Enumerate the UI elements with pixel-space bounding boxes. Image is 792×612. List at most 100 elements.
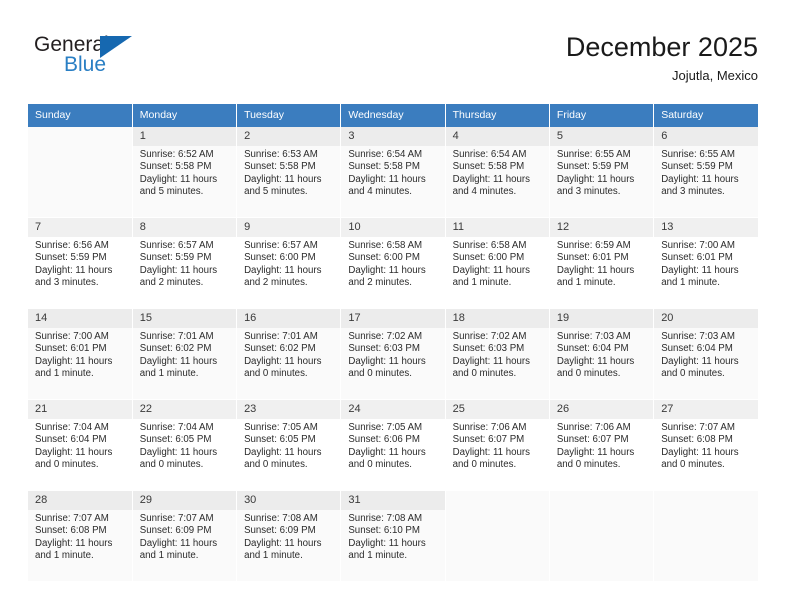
daylight-duration-line1: Daylight: 11 hours (348, 173, 426, 185)
day-number: 10 (341, 218, 445, 237)
weekday-header-saturday: Saturday (653, 104, 758, 127)
sunset-time: Sunset: 6:04 PM (556, 343, 629, 355)
daylight-duration-line2: and 2 minutes. (348, 277, 412, 289)
day-cell[interactable]: 21 Sunrise: 7:04 AM Sunset: 6:04 PM Dayligh… (28, 399, 133, 491)
sun-info: Sunrise: 7:07 AM Sunset: 6:08 PM Daylight:… (654, 419, 758, 472)
daylight-duration-line2: and 2 minutes. (244, 277, 308, 289)
day-cell[interactable]: 13 Sunrise: 7:00 AM Sunset: 6:01 PM Dayligh… (653, 217, 758, 309)
day-cell[interactable]: 30 Sunrise: 7:08 AM Sunset: 6:09 PM Dayligh… (236, 490, 342, 582)
logo-text-blue: Blue (64, 53, 107, 76)
sun-info: Sunrise: 7:03 AM Sunset: 6:04 PM Daylight:… (550, 328, 653, 381)
day-number: 15 (132, 309, 237, 328)
weekday-header-friday: Friday (549, 104, 655, 127)
day-cell-empty (653, 490, 758, 582)
day-cell-empty (445, 490, 550, 582)
day-number (654, 491, 758, 510)
daylight-duration-line1: Daylight: 11 hours (35, 264, 113, 276)
day-cell[interactable]: 6 Sunrise: 6:55 AM Sunset: 5:59 PM Daylight… (653, 127, 758, 218)
weekday-header-row: Sunday Monday Tuesday Wednesday Thursday Frid… (28, 104, 758, 127)
daylight-duration-line2: and 1 minute. (556, 277, 616, 289)
day-cell[interactable]: 19 Sunrise: 7:03 AM Sunset: 6:04 PM Dayligh… (549, 308, 655, 400)
day-cell[interactable]: 14 Sunrise: 7:00 AM Sunset: 6:01 PM Dayligh… (28, 308, 133, 400)
sun-info: Sunrise: 6:55 AM Sunset: 5:59 PM Daylight:… (654, 146, 758, 199)
sunset-time: Sunset: 6:02 PM (139, 343, 212, 355)
day-number: 17 (341, 309, 445, 328)
day-cell[interactable]: 2 Sunrise: 6:53 AM Sunset: 5:58 PM Daylight… (236, 127, 342, 218)
day-cell[interactable]: 22 Sunrise: 7:04 AM Sunset: 6:05 PM Dayligh… (132, 399, 238, 491)
sunset-time: Sunset: 6:09 PM (139, 525, 212, 537)
sun-info: Sunrise: 6:53 AM Sunset: 5:58 PM Daylight:… (237, 146, 340, 199)
day-cell[interactable]: 27 Sunrise: 7:07 AM Sunset: 6:08 PM Dayligh… (653, 399, 758, 491)
general-blue-logo[interactable]: General Blue (34, 34, 174, 86)
day-cell[interactable]: 15 Sunrise: 7:01 AM Sunset: 6:02 PM Dayligh… (132, 308, 238, 400)
day-cell[interactable]: 18 Sunrise: 7:02 AM Sunset: 6:03 PM Dayligh… (445, 308, 550, 400)
day-cell[interactable]: 7 Sunrise: 6:56 AM Sunset: 5:59 PM Daylight… (28, 217, 133, 309)
daylight-duration-line2: and 1 minute. (452, 277, 512, 289)
sunrise-time: Sunrise: 6:57 AM (244, 240, 318, 251)
day-cell[interactable]: 4 Sunrise: 6:54 AM Sunset: 5:58 PM Daylight… (445, 127, 550, 218)
day-cell[interactable]: 12 Sunrise: 6:59 AM Sunset: 6:01 PM Dayligh… (549, 217, 655, 309)
sun-info: Sunrise: 6:56 AM Sunset: 5:59 PM Daylight:… (28, 237, 132, 290)
day-cell[interactable]: 3 Sunrise: 6:54 AM Sunset: 5:58 PM Daylight… (340, 127, 446, 218)
day-cell[interactable]: 1 Sunrise: 6:52 AM Sunset: 5:58 PM Daylight… (132, 127, 238, 218)
day-cell[interactable]: 10 Sunrise: 6:58 AM Sunset: 6:00 PM Dayligh… (340, 217, 446, 309)
day-cell[interactable]: 11 Sunrise: 6:58 AM Sunset: 6:00 PM Dayligh… (445, 217, 550, 309)
day-number (446, 491, 549, 510)
sunrise-time: Sunrise: 6:54 AM (348, 149, 423, 160)
sunset-time: Sunset: 5:58 PM (244, 161, 316, 173)
daylight-duration-line2: and 5 minutes. (244, 186, 308, 198)
daylight-duration-line1: Daylight: 11 hours (348, 355, 426, 367)
sunset-time: Sunset: 5:59 PM (661, 161, 733, 173)
sunset-time: Sunset: 6:00 PM (452, 252, 525, 264)
daylight-duration-line1: Daylight: 11 hours (139, 355, 218, 367)
page-title: December 2025 (565, 32, 758, 62)
daylight-duration-line2: and 1 minute. (139, 368, 199, 380)
day-number: 1 (132, 127, 237, 146)
sunset-time: Sunset: 5:58 PM (139, 161, 212, 173)
day-number: 24 (341, 400, 445, 419)
daylight-duration-line2: and 0 minutes. (244, 368, 308, 380)
day-number: 13 (654, 218, 758, 237)
location-subtitle: Jojutla, Mexico (672, 68, 758, 83)
sunset-time: Sunset: 6:05 PM (244, 434, 316, 446)
calendar-week-row: 7 Sunrise: 6:56 AM Sunset: 5:59 PM Daylight… (28, 217, 758, 309)
sunrise-time: Sunrise: 7:06 AM (556, 422, 631, 433)
day-cell-empty (549, 490, 655, 582)
day-cell[interactable]: 9 Sunrise: 6:57 AM Sunset: 6:00 PM Daylight… (236, 217, 342, 309)
sunrise-time: Sunrise: 7:00 AM (661, 240, 735, 251)
calendar-week-row: 21 Sunrise: 7:04 AM Sunset: 6:04 PM Dayligh… (28, 399, 758, 491)
daylight-duration-line1: Daylight: 11 hours (244, 173, 322, 185)
day-number: 3 (341, 127, 445, 146)
sunrise-time: Sunrise: 7:03 AM (661, 331, 735, 342)
day-cell[interactable]: 17 Sunrise: 7:02 AM Sunset: 6:03 PM Dayligh… (340, 308, 446, 400)
sunrise-time: Sunrise: 7:00 AM (35, 331, 109, 342)
day-cell[interactable]: 23 Sunrise: 7:05 AM Sunset: 6:05 PM Dayligh… (236, 399, 342, 491)
sun-info: Sunrise: 7:01 AM Sunset: 6:02 PM Daylight:… (237, 328, 340, 381)
sunrise-time: Sunrise: 7:02 AM (452, 331, 527, 342)
sun-info: Sunrise: 7:08 AM Sunset: 6:10 PM Daylight:… (341, 510, 444, 563)
sun-info: Sunrise: 7:00 AM Sunset: 6:01 PM Daylight:… (654, 237, 758, 290)
sun-info: Sunrise: 6:58 AM Sunset: 6:00 PM Daylight:… (341, 237, 444, 290)
page-header: General Blue December 2025 Jojutla, Mexi… (0, 0, 792, 104)
day-cell[interactable]: 25 Sunrise: 7:06 AM Sunset: 6:07 PM Dayligh… (445, 399, 550, 491)
sunrise-time: Sunrise: 7:04 AM (139, 422, 214, 433)
sunrise-time: Sunrise: 6:54 AM (452, 149, 527, 160)
day-cell[interactable]: 29 Sunrise: 7:07 AM Sunset: 6:09 PM Dayligh… (132, 490, 238, 582)
daylight-duration-line2: and 0 minutes. (556, 368, 621, 380)
day-cell[interactable]: 5 Sunrise: 6:55 AM Sunset: 5:59 PM Daylight… (549, 127, 655, 218)
daylight-duration-line1: Daylight: 11 hours (556, 264, 635, 276)
day-cell[interactable]: 31 Sunrise: 7:08 AM Sunset: 6:10 PM Dayligh… (340, 490, 446, 582)
sunset-time: Sunset: 6:08 PM (661, 434, 733, 446)
sun-info: Sunrise: 7:08 AM Sunset: 6:09 PM Daylight:… (237, 510, 340, 563)
calendar-week-row: 1 Sunrise: 6:52 AM Sunset: 5:58 PM Daylight… (28, 127, 758, 218)
day-cell[interactable]: 20 Sunrise: 7:03 AM Sunset: 6:04 PM Dayligh… (653, 308, 758, 400)
day-number: 26 (549, 400, 654, 419)
sunrise-time: Sunrise: 7:06 AM (452, 422, 527, 433)
day-cell[interactable]: 16 Sunrise: 7:01 AM Sunset: 6:02 PM Dayligh… (236, 308, 342, 400)
day-cell-empty (28, 127, 133, 218)
day-number: 23 (237, 400, 341, 419)
day-cell[interactable]: 26 Sunrise: 7:06 AM Sunset: 6:07 PM Dayligh… (549, 399, 655, 491)
day-cell[interactable]: 8 Sunrise: 6:57 AM Sunset: 5:59 PM Daylight… (132, 217, 238, 309)
day-cell[interactable]: 28 Sunrise: 7:07 AM Sunset: 6:08 PM Dayligh… (28, 490, 133, 582)
day-cell[interactable]: 24 Sunrise: 7:05 AM Sunset: 6:06 PM Dayligh… (340, 399, 446, 491)
